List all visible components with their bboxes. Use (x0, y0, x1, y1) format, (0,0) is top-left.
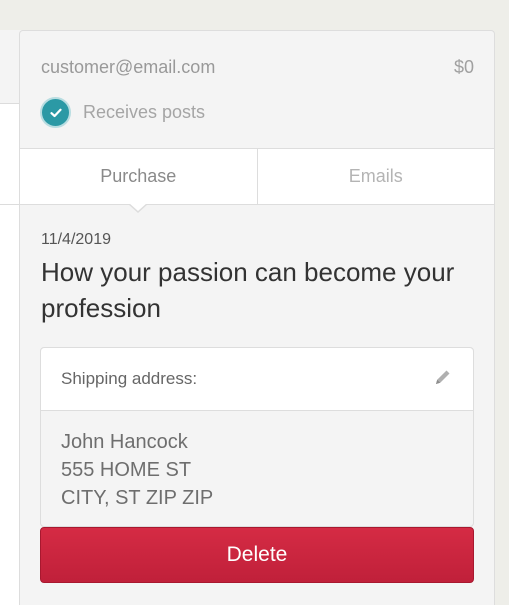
active-tab-pointer (128, 203, 148, 213)
shipping-address-body: John Hancock 555 HOME ST CITY, ST ZIP ZI… (41, 411, 473, 512)
receives-posts-toggle[interactable]: Receives posts (40, 97, 205, 128)
address-line-street: 555 HOME ST (61, 459, 192, 481)
receives-posts-label: Receives posts (83, 102, 206, 122)
tab-purchase[interactable]: Purchase (20, 149, 258, 204)
customer-detail-card: customer@email.com $0 Receives posts Pur… (19, 30, 495, 605)
purchase-title: How your passion can become your profess… (41, 257, 455, 323)
edit-address-button[interactable] (433, 367, 453, 392)
tab-emails[interactable]: Emails (258, 149, 495, 204)
receives-posts-checkbox[interactable] (40, 97, 71, 128)
shipping-address-heading: Shipping address: (61, 369, 198, 388)
customer-email: customer@email.com (41, 57, 216, 77)
address-line-name: John Hancock (61, 431, 188, 453)
pencil-icon (436, 370, 450, 384)
shipping-address-panel: Shipping address: John Hancock 555 HOME … (40, 347, 474, 527)
shipping-address-header: Shipping address: (41, 348, 473, 411)
checkmark-icon (49, 108, 62, 117)
customer-header: customer@email.com $0 Receives posts (20, 31, 494, 148)
customer-amount: $0 (453, 57, 474, 77)
delete-button[interactable]: Delete (40, 527, 474, 583)
detail-tabs: Purchase Emails (20, 148, 494, 205)
purchase-date: 11/4/2019 (41, 231, 111, 248)
address-line-city: CITY, ST ZIP ZIP (61, 487, 214, 509)
